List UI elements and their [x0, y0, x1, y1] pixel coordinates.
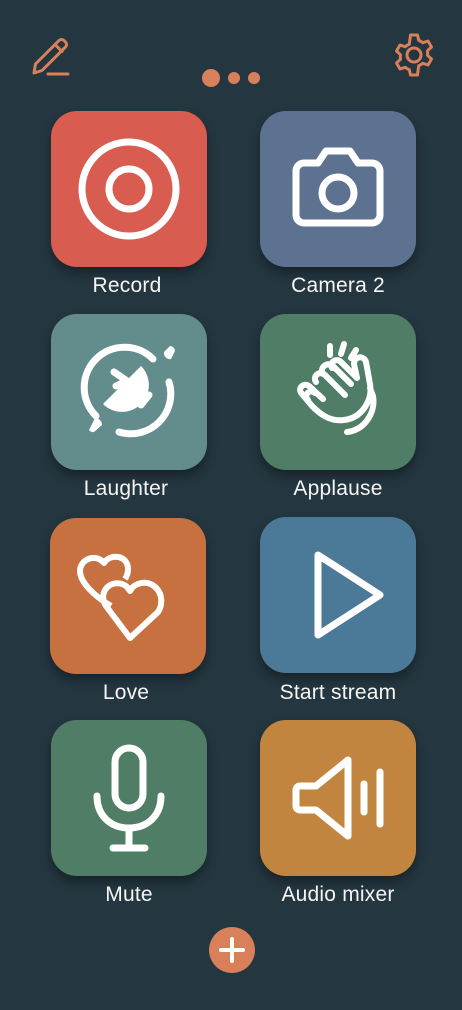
love-label: Love [102, 681, 150, 704]
laughter-tile[interactable] [51, 314, 207, 470]
audio-mixer-label: Audio mixer [281, 883, 395, 906]
audio-mixer-tile[interactable] [260, 720, 416, 876]
love-tile[interactable] [50, 518, 206, 674]
laughing-face-icon [80, 343, 175, 438]
plus-icon [219, 937, 245, 963]
play-icon [314, 551, 384, 639]
soundboard-screen: Record Camera 2 Laughter Applause Love S… [0, 0, 462, 1010]
camera-2-tile[interactable] [260, 111, 416, 267]
mute-tile[interactable] [51, 720, 207, 876]
applause-label: Applause [293, 477, 383, 500]
page-dot-active[interactable] [202, 69, 220, 87]
hearts-icon [77, 553, 165, 641]
start-stream-label: Start stream [279, 681, 397, 704]
microphone-icon [93, 744, 165, 852]
start-stream-tile[interactable] [260, 517, 416, 673]
speaker-icon [292, 756, 384, 840]
page-indicator [0, 69, 462, 87]
record-label: Record [92, 274, 162, 297]
page-dot[interactable] [248, 72, 260, 84]
camera-2-label: Camera 2 [291, 274, 385, 297]
applause-tile[interactable] [260, 314, 416, 470]
clapping-hands-icon [297, 341, 377, 435]
record-tile[interactable] [51, 111, 207, 267]
mute-label: Mute [105, 883, 153, 906]
laughter-label: Laughter [83, 477, 169, 500]
page-dot[interactable] [228, 72, 240, 84]
camera-icon [292, 147, 384, 227]
record-icon [78, 138, 180, 240]
add-button[interactable] [209, 927, 255, 973]
